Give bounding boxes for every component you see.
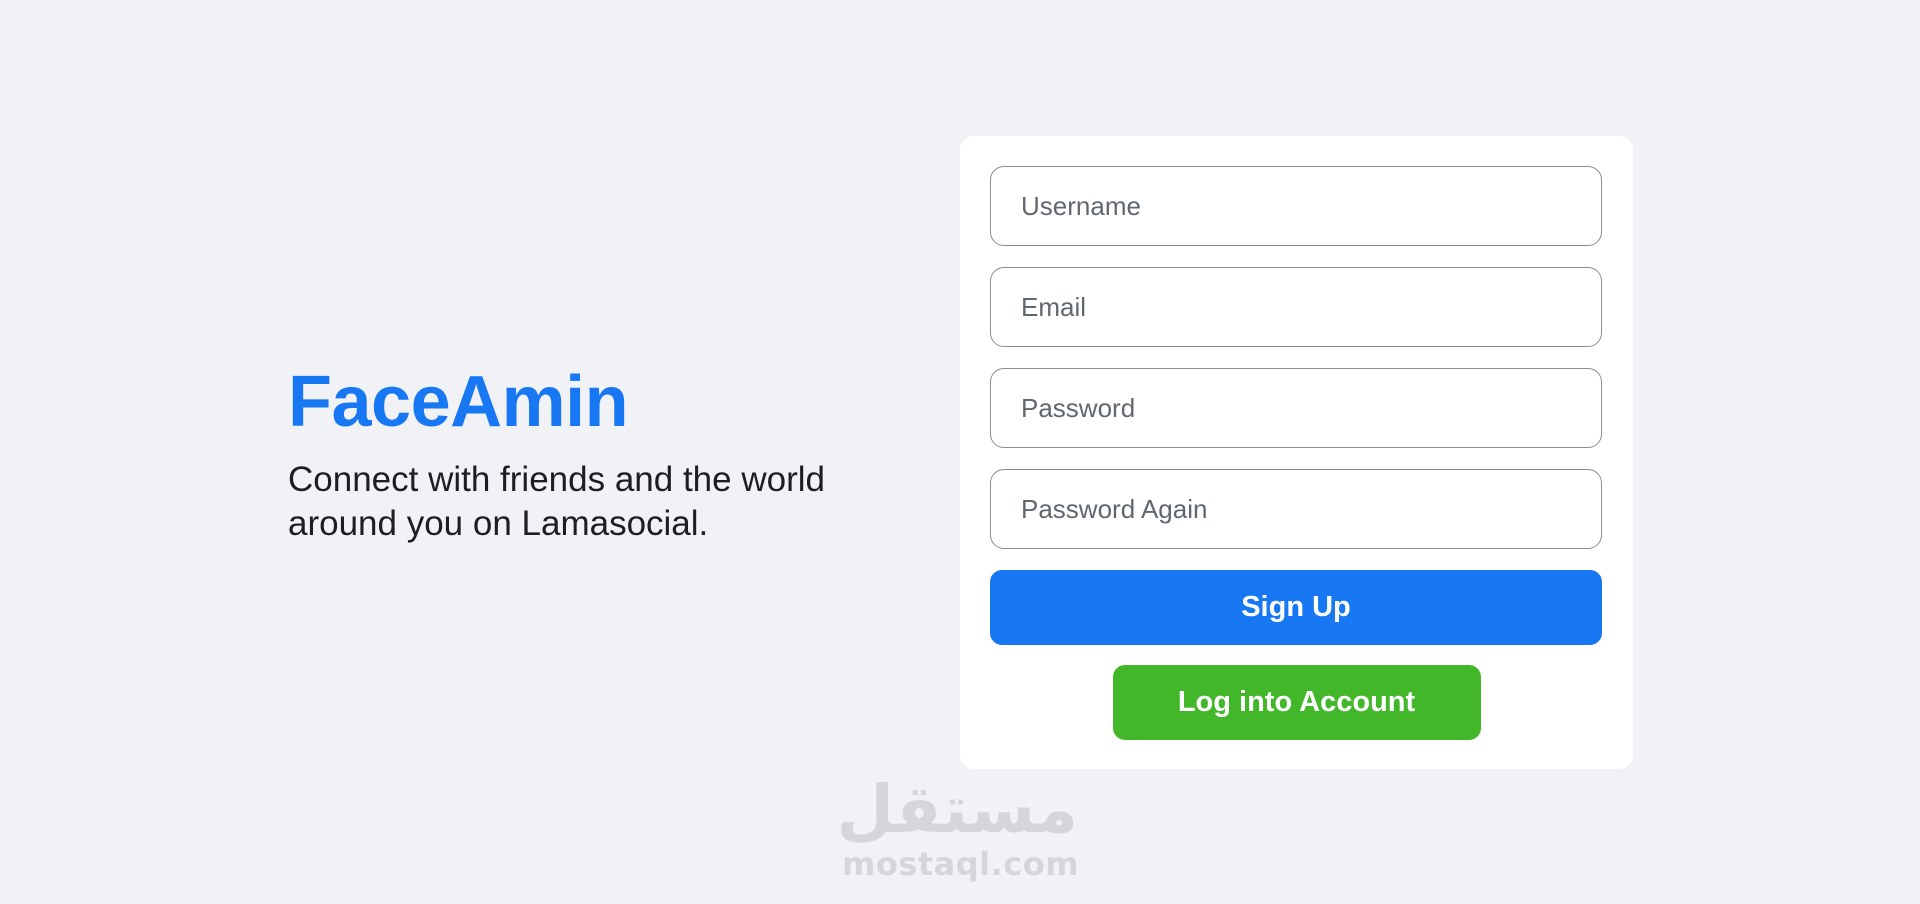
password-input[interactable] xyxy=(990,368,1602,448)
watermark-url-text: mostaql.com xyxy=(842,845,1080,883)
watermark-logo: مستقل mostaql.com xyxy=(836,771,1080,884)
password-again-input[interactable] xyxy=(990,469,1602,549)
email-input[interactable] xyxy=(990,267,1602,347)
watermark-arabic-text: مستقل xyxy=(836,771,1078,848)
brand-description: Connect with friends and the world aroun… xyxy=(288,460,825,543)
brand-section: FaceAmin Connect with friends and the wo… xyxy=(288,360,928,546)
brand-logo-title: FaceAmin xyxy=(288,362,629,442)
log-into-account-button[interactable]: Log into Account xyxy=(1112,665,1481,740)
signup-page: FaceAmin Connect with friends and the wo… xyxy=(0,0,1920,904)
username-input[interactable] xyxy=(990,166,1602,246)
signup-card: Sign Up Log into Account xyxy=(960,136,1633,769)
sign-up-button[interactable]: Sign Up xyxy=(990,570,1602,645)
